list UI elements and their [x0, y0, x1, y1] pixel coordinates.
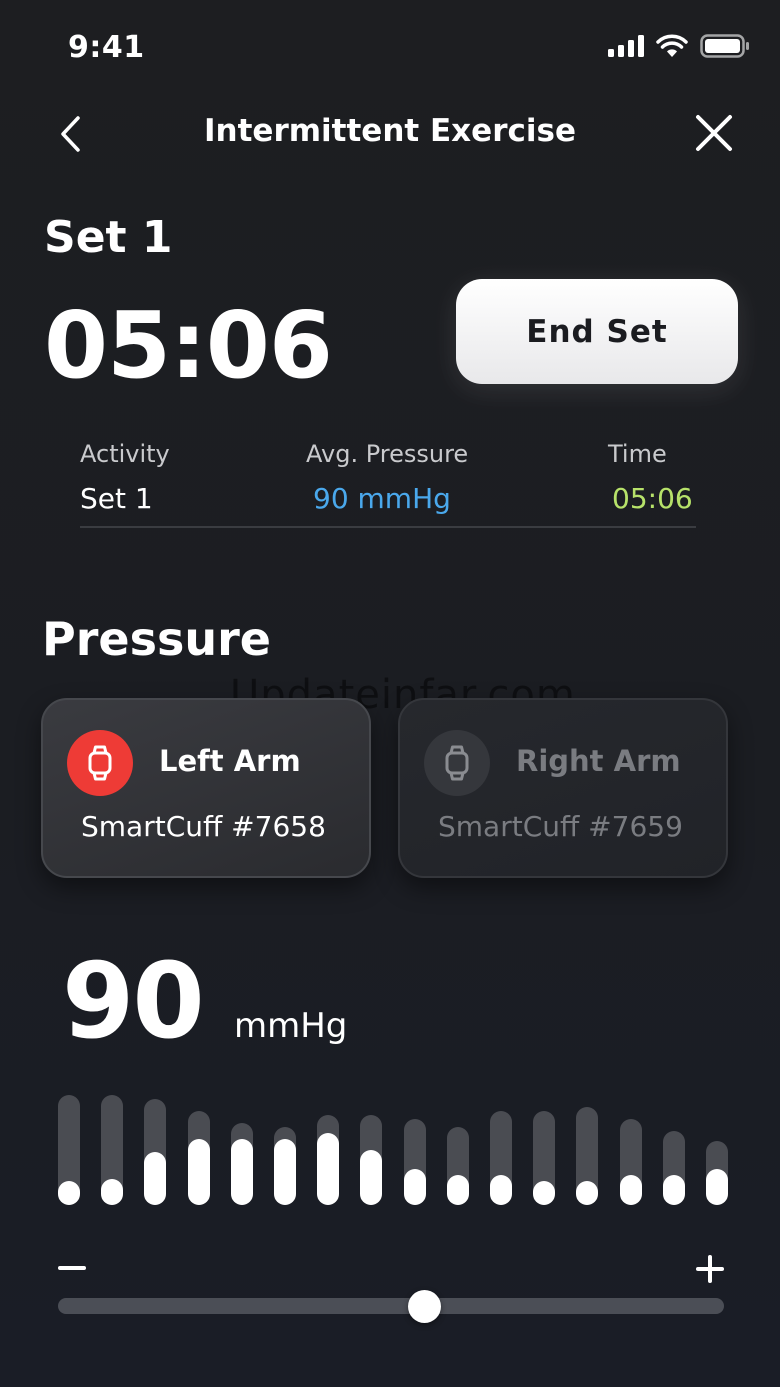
pressure-slider[interactable] [58, 1298, 724, 1314]
pressure-bar-fill [662, 1175, 685, 1205]
cuff-device-id: SmartCuff #7658 [81, 810, 326, 843]
pressure-bar-fill [490, 1175, 512, 1205]
pressure-bar-fill [446, 1175, 469, 1205]
cuff-name: Left Arm [159, 744, 301, 778]
pressure-bar-fill [101, 1179, 124, 1205]
pressure-bar-fill [187, 1139, 210, 1205]
cuff-status-indicator [424, 730, 490, 796]
set-stats: Activity Set 1 Avg. Pressure 90 mmHg Tim… [80, 440, 696, 528]
cuff-card-right-arm[interactable]: Right Arm SmartCuff #7659 [398, 698, 728, 878]
cuff-name: Right Arm [516, 744, 681, 778]
watch-icon [445, 745, 469, 781]
wifi-icon [656, 34, 688, 57]
pressure-bar-fill [619, 1175, 642, 1205]
pressure-value: 90 [62, 940, 205, 1062]
close-button[interactable] [692, 111, 736, 155]
signal-icon [608, 35, 644, 57]
cuff-device-id: SmartCuff #7659 [438, 810, 683, 843]
stat-label: Activity [80, 440, 170, 468]
stat-value: Set 1 [80, 482, 153, 515]
pressure-unit: mmHg [234, 1006, 348, 1046]
pressure-history-bars [0, 1090, 780, 1210]
pressure-bar-fill [533, 1181, 556, 1205]
pressure-bar-fill [317, 1133, 340, 1205]
stat-time: Time 05:06 [608, 440, 693, 515]
decrease-button[interactable] [58, 1266, 86, 1270]
status-bar: 9:41 [0, 0, 780, 95]
pressure-bar-fill [230, 1139, 253, 1205]
page-title: Intermittent Exercise [204, 113, 576, 149]
end-set-button[interactable]: End Set [456, 279, 738, 384]
nav-bar: Intermittent Exercise [0, 95, 780, 190]
cuff-card-left-arm[interactable]: Left Arm SmartCuff #7658 [41, 698, 371, 878]
stat-avg-pressure: Avg. Pressure 90 mmHg [306, 440, 468, 515]
set-title: Set 1 [44, 212, 173, 263]
watch-icon [88, 745, 112, 781]
stat-value: 90 mmHg [313, 482, 451, 515]
set-timer: 05:06 [44, 292, 333, 399]
pressure-bar-fill [576, 1181, 599, 1205]
stat-label: Time [608, 440, 667, 468]
cuff-status-indicator [67, 730, 133, 796]
pressure-slider-thumb[interactable] [408, 1290, 442, 1323]
stat-value: 05:06 [612, 482, 693, 515]
close-icon [696, 115, 732, 151]
battery-icon [700, 34, 749, 58]
pressure-bar-fill [360, 1150, 383, 1205]
status-time: 9:41 [68, 30, 145, 65]
increase-button[interactable] [696, 1255, 724, 1283]
pressure-heading: Pressure [42, 612, 271, 666]
stat-activity: Activity Set 1 [80, 440, 170, 515]
status-icons [608, 34, 750, 58]
pressure-bar-fill [403, 1169, 426, 1205]
pressure-bar-fill [706, 1169, 728, 1205]
pressure-bar-fill [58, 1181, 80, 1205]
pressure-bar-fill [144, 1152, 167, 1205]
pressure-bar-fill [274, 1139, 296, 1205]
stat-label: Avg. Pressure [306, 440, 469, 468]
